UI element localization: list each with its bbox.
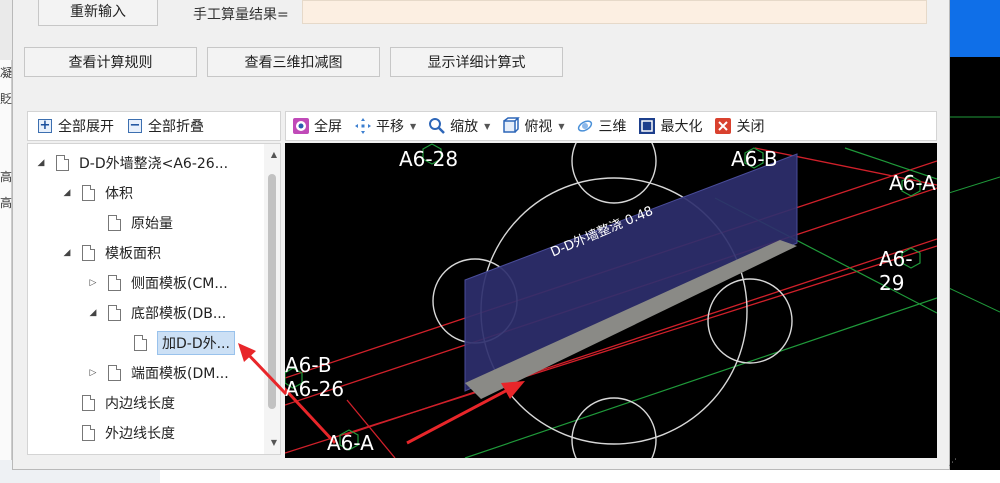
annotation-arrow [406, 384, 516, 445]
expand-all-label: 全部展开 [58, 119, 114, 135]
view-3d-deduction-button[interactable]: 查看三维扣减图 [207, 47, 380, 77]
tree-item[interactable]: 内边线长度 [60, 389, 175, 417]
three-d-icon [578, 120, 593, 132]
expand-all-button[interactable]: + 全部展开 [38, 116, 114, 136]
expanded-arrow-icon[interactable]: ◢ [60, 248, 74, 258]
tree-scrollbar[interactable]: ▲ ▼ [264, 144, 280, 454]
document-icon [82, 395, 95, 411]
chevron-down-icon[interactable]: ▼ [558, 122, 564, 131]
maximize-icon [639, 118, 656, 134]
fullscreen-icon [293, 118, 309, 134]
top-view-cube-icon [503, 117, 521, 133]
left-fragment-text: 高 [0, 196, 12, 210]
background-left-list [0, 60, 12, 460]
left-fragment-text: 高 [0, 170, 12, 184]
chevron-down-icon[interactable]: ▼ [410, 122, 416, 131]
axis-label: A6-26 [285, 377, 345, 401]
calculation-detail-dialog: 重新输入 手工算量结果= 查看计算规则 查看三维扣减图 显示详细计算式 + 全部… [12, 0, 957, 470]
document-icon [108, 305, 121, 321]
collapse-all-button[interactable]: − 全部折叠 [128, 116, 204, 136]
tree-item[interactable]: 外边线长度 [60, 419, 175, 447]
axis-label: A6-A [327, 431, 374, 455]
tree-item[interactable]: ◢ 底部模板(DB... [86, 299, 226, 327]
collapsed-arrow-icon[interactable]: ▷ [86, 278, 100, 288]
tree-item-selected[interactable]: 加D-D外... [112, 329, 235, 357]
tree-item[interactable]: ▷ 端面模板(DM... [86, 359, 229, 387]
wall-slab [464, 153, 798, 392]
tree-item[interactable]: ◢ 模板面积 [60, 239, 161, 267]
annotation-arrow-overlay [238, 343, 288, 396]
view-rules-button[interactable]: 查看计算规则 [24, 47, 197, 77]
resize-grip-icon[interactable]: ⋰ [948, 458, 960, 470]
document-icon [82, 425, 95, 441]
collapsed-arrow-icon[interactable]: ▷ [86, 368, 100, 378]
pan-button[interactable]: 平移 ▼ [354, 116, 416, 136]
background-blue-window [950, 0, 1000, 57]
fullscreen-button[interactable]: 全屏 [292, 116, 342, 136]
three-d-viewer-canvas[interactable]: A6-28 A6-B A6-A A6-29 A6-B A6-26 A6-A D-… [285, 143, 937, 458]
document-icon [82, 185, 95, 201]
manual-result-input[interactable] [302, 0, 927, 24]
quantity-tree: ◢ D-D外墙整浇<A6-26... ◢ 体积 原始量 ◢ 模板面积 ▷ 侧面模… [27, 143, 281, 455]
zoom-button[interactable]: 缩放 ▼ [428, 116, 490, 136]
magnifier-icon [429, 118, 446, 134]
chevron-down-icon[interactable]: ▼ [484, 122, 490, 131]
axis-label: A6-B [731, 147, 778, 171]
collapse-all-label: 全部折叠 [148, 119, 204, 135]
document-icon [108, 215, 121, 231]
scroll-up-icon[interactable]: ▲ [271, 150, 277, 159]
expanded-arrow-icon[interactable]: ◢ [34, 158, 48, 168]
plus-icon: + [38, 118, 52, 133]
left-fragment-text: 貶 [0, 92, 12, 106]
minus-icon: − [128, 118, 142, 133]
column-circle [707, 278, 793, 364]
axis-label: A6-A [889, 171, 936, 195]
show-formula-button[interactable]: 显示详细计算式 [390, 47, 563, 77]
pan-icon [355, 118, 371, 134]
column-circle [571, 143, 657, 204]
axis-label: A6-B [285, 353, 332, 377]
axis-label: A6-29 [879, 247, 913, 295]
document-icon [134, 335, 147, 351]
reenter-button[interactable]: 重新输入 [38, 0, 158, 26]
document-icon [108, 275, 121, 291]
manual-result-label: 手工算量结果= [193, 7, 289, 23]
viewer-toolbar: 全屏 平移 ▼ 缩放 ▼ 俯视 ▼ 三维 最大化 关闭 [285, 111, 937, 141]
document-icon [108, 365, 121, 381]
maximize-button[interactable]: 最大化 [638, 116, 702, 136]
viewer-drawing [285, 143, 937, 458]
close-viewer-button[interactable]: 关闭 [714, 116, 764, 136]
expanded-arrow-icon[interactable]: ◢ [60, 188, 74, 198]
close-icon [715, 118, 732, 134]
top-view-button[interactable]: 俯视 ▼ [502, 116, 564, 136]
left-fragment-text: 凝 [0, 66, 12, 80]
scroll-down-icon[interactable]: ▼ [271, 438, 277, 447]
expanded-arrow-icon[interactable]: ◢ [86, 308, 100, 318]
three-d-button[interactable]: 三维 [576, 116, 626, 136]
document-icon [56, 155, 69, 171]
axis-label: A6-28 [399, 147, 459, 171]
tree-item[interactable]: ▷ 侧面模板(CM... [86, 269, 228, 297]
tree-toolbar: + 全部展开 − 全部折叠 [27, 111, 281, 141]
tree-item[interactable]: ◢ D-D外墙整浇<A6-26... [34, 149, 228, 177]
tree-item[interactable]: ◢ 体积 [60, 179, 133, 207]
document-icon [82, 245, 95, 261]
tree-item[interactable]: 原始量 [86, 209, 173, 237]
